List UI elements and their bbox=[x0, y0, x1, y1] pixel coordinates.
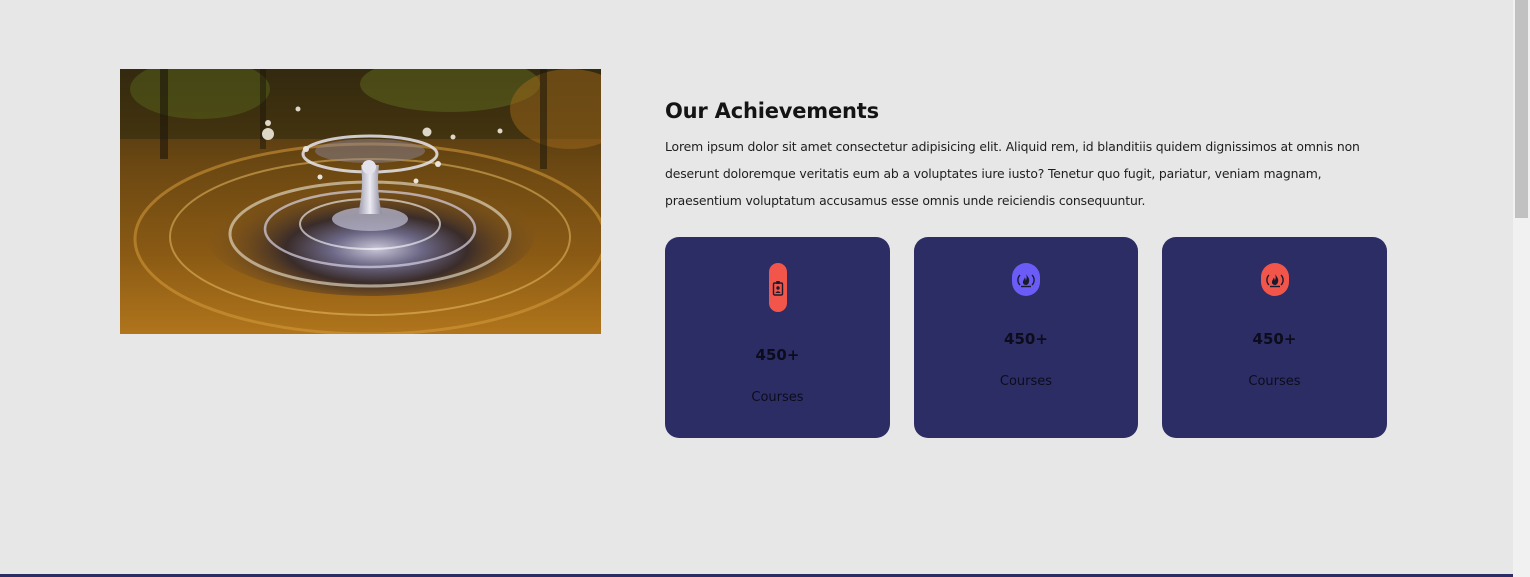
stat-value: 450+ bbox=[1004, 330, 1048, 348]
water-drop-photo bbox=[120, 69, 601, 334]
id-badge-icon bbox=[768, 263, 787, 312]
fire-icon bbox=[1012, 263, 1040, 296]
section-description: Lorem ipsum dolor sit amet consectetur a… bbox=[665, 139, 1360, 208]
stat-value: 450+ bbox=[1252, 330, 1297, 348]
stat-label: Courses bbox=[1248, 374, 1301, 389]
section-title: Our Achievements bbox=[665, 99, 879, 123]
scrollbar-thumb[interactable] bbox=[1515, 0, 1528, 218]
achievements-section: Our Achievements Lorem ipsum dolor sit a… bbox=[0, 0, 1513, 574]
stat-card-courses-3: 450+ Courses bbox=[1162, 237, 1387, 438]
stat-card-courses-2: 450+ Courses bbox=[914, 237, 1138, 438]
stat-label: Courses bbox=[999, 374, 1053, 389]
page: Our Achievements Lorem ipsum dolor sit a… bbox=[0, 0, 1530, 577]
stat-value: 450+ bbox=[755, 346, 800, 364]
fire-icon bbox=[1260, 263, 1289, 296]
vertical-scrollbar[interactable] bbox=[1513, 0, 1530, 577]
stat-label: Courses bbox=[751, 390, 804, 405]
stat-card-courses-1: 450+ Courses bbox=[665, 237, 890, 438]
